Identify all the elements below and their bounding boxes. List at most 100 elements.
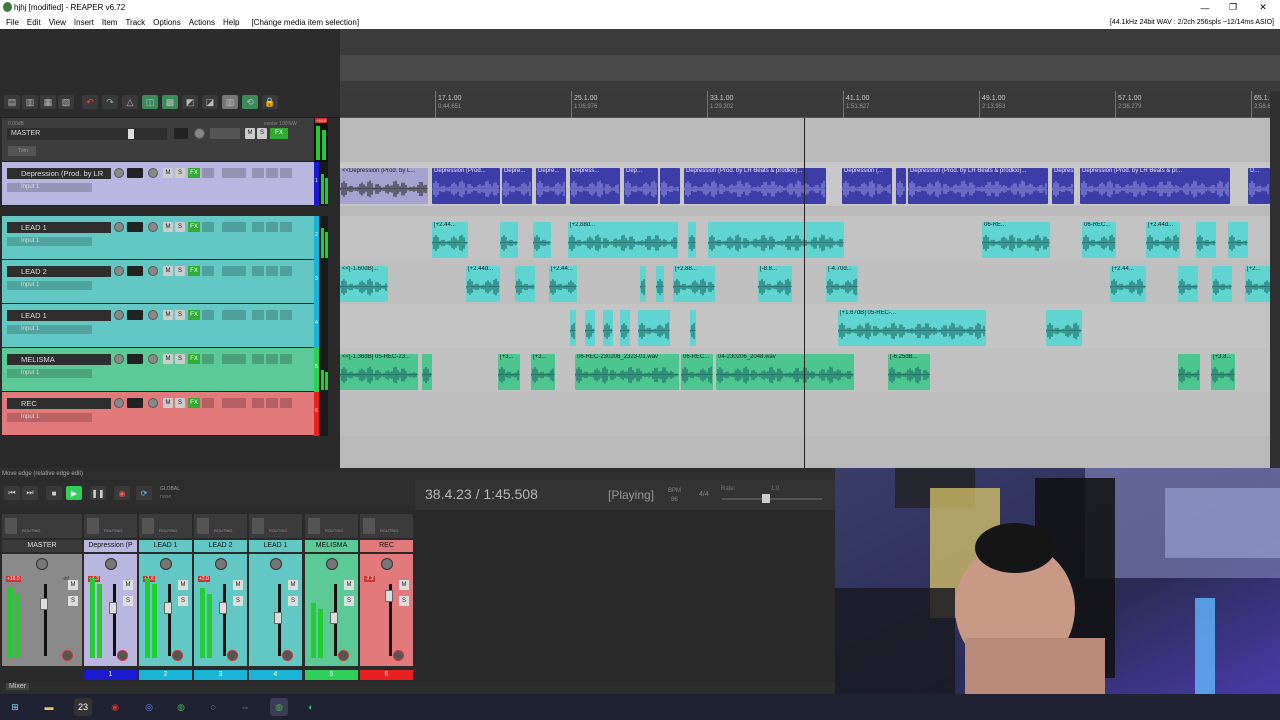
track-solo-button[interactable]: S [175,266,185,276]
menu-actions[interactable]: Actions [189,18,215,27]
mute-button[interactable]: M [399,580,409,590]
media-item[interactable]: [+3... [531,354,555,390]
track-trim-icon[interactable] [222,266,246,276]
calendar-icon[interactable]: 23 [74,698,92,716]
strip-name[interactable]: Depression (P [84,540,137,552]
track-route-icon[interactable] [280,398,292,408]
media-item[interactable]: 04-230206_2048.wav [716,354,854,390]
record-arm-knob[interactable] [227,650,238,661]
rate-value[interactable]: 1.0 [771,486,779,492]
media-item[interactable]: [-4.70d... [826,266,858,302]
chrome-icon[interactable]: ◍ [172,698,190,716]
ripple-edit-icon[interactable]: ◫ [142,95,158,109]
master-solo-button[interactable]: S [257,128,267,139]
mixer-strip[interactable]: ROUTING LEAD 1 M S 4 [249,514,302,680]
master-mute-button[interactable]: M [245,128,255,139]
track-lane[interactable]: <<[-1.60dB]... [+2.44d... [+2.44... [+2.88.… [340,260,1270,304]
mute-button[interactable]: M [288,580,298,590]
track-monitor-icon[interactable] [266,398,278,408]
pan-knob[interactable] [325,558,338,570]
solo-button[interactable]: S [399,596,409,606]
media-item[interactable] [500,222,518,258]
envelope-icon[interactable]: ◪ [202,95,218,109]
master-env-icon[interactable] [174,128,188,139]
track-phase-icon[interactable] [202,310,214,320]
mixer-strip[interactable]: ROUTING Depression (P +4.3 M S 1 [84,514,137,680]
metronome-icon[interactable]: △ [122,95,138,109]
track-env-icon[interactable] [127,310,143,320]
fx-insert-icon[interactable] [308,518,320,534]
vertical-scrollbar[interactable] [1270,91,1280,468]
track-route-icon[interactable] [280,222,292,232]
volume-fader[interactable] [273,612,282,624]
track-route-icon[interactable] [280,354,292,364]
audio-status[interactable]: [44.1kHz 24bit WAV : 2/2ch 256spls ~12/1… [1110,19,1274,26]
routing-button[interactable]: ROUTING [214,528,232,533]
fx-insert-icon[interactable] [252,518,264,534]
track-fx-button[interactable]: FX [188,398,200,408]
track-header-6[interactable]: REC M S FX Input 1 [2,392,314,436]
master-volume-fader[interactable] [128,129,134,139]
strip-fx-area[interactable]: ROUTING [360,514,413,538]
record-arm-knob[interactable] [117,650,128,661]
master-mono-button[interactable] [210,128,240,139]
track-volume-knob[interactable] [114,222,124,232]
track-mute-button[interactable]: M [163,222,173,232]
track-phase-icon[interactable] [202,398,214,408]
media-item[interactable]: [+1.67dB] 05-REC-... [838,310,986,346]
track-mute-button[interactable]: M [163,310,173,320]
volume-fader[interactable] [329,612,338,624]
media-item[interactable] [688,222,696,258]
media-item[interactable] [1196,222,1216,258]
mute-button[interactable]: M [344,580,354,590]
media-item[interactable]: Depre... [502,168,532,204]
solo-button[interactable]: S [68,596,78,606]
routing-button[interactable]: ROUTING [269,528,287,533]
menu-options[interactable]: Options [153,18,181,27]
media-item[interactable] [638,310,670,346]
pan-knob[interactable] [159,558,172,570]
track-input-icon[interactable] [252,398,264,408]
volume-fader[interactable] [163,602,172,614]
media-item[interactable]: <<Depression (Prod. by L... [340,168,428,204]
volume-fader[interactable] [384,590,393,602]
track-phase-icon[interactable] [202,222,214,232]
pan-knob[interactable] [104,558,117,570]
track-mute-button[interactable]: M [163,168,173,178]
routing-button[interactable]: ROUTING [325,528,343,533]
track-fx-button[interactable]: FX [188,310,200,320]
fx-insert-icon[interactable] [87,518,99,534]
media-item[interactable] [896,168,906,204]
media-item[interactable] [422,354,432,390]
track-monitor-icon[interactable] [266,222,278,232]
media-item[interactable] [690,310,696,346]
arrange-view[interactable]: <<Depression (Prod. by L... Depression (P… [340,118,1270,468]
solo-button[interactable]: S [233,596,243,606]
track-input-selector[interactable]: Input 1 [7,413,92,422]
save-project-icon[interactable]: ▦ [40,95,56,109]
mixer-tab[interactable]: Mixer [0,682,835,694]
media-item[interactable]: Depression (... [842,168,892,204]
record-arm-knob[interactable] [338,650,349,661]
strip-name[interactable]: LEAD 2 [194,540,247,552]
media-item[interactable]: <<[-1.60dB]... [340,266,388,302]
automation-global-value[interactable]: none [160,494,171,500]
mute-button[interactable]: M [68,580,78,590]
track-solo-button[interactable]: S [175,168,185,178]
menu-track[interactable]: Track [125,18,145,27]
media-item[interactable]: <<[-1.36dB] 05-REC-23... [340,354,418,390]
track-pan-knob[interactable] [148,266,158,276]
pan-knob[interactable] [36,558,48,570]
lock-icon[interactable]: 🔒 [262,95,278,109]
track-monitor-icon[interactable] [266,266,278,276]
track-volume-knob[interactable] [114,266,124,276]
track-phase-icon[interactable] [202,168,214,178]
track-pan-knob[interactable] [148,398,158,408]
master-fx-button[interactable]: FX [270,128,288,139]
strip-fx-area[interactable]: ROUTING [194,514,247,538]
mixer-tab-label[interactable]: Mixer [6,683,30,690]
track-volume-knob[interactable] [114,354,124,364]
track-name[interactable]: Depression (Prod. by LR [7,168,111,179]
reaper-active-icon[interactable]: ◐ [302,698,320,716]
strip-name[interactable]: MELISMA [305,540,358,552]
